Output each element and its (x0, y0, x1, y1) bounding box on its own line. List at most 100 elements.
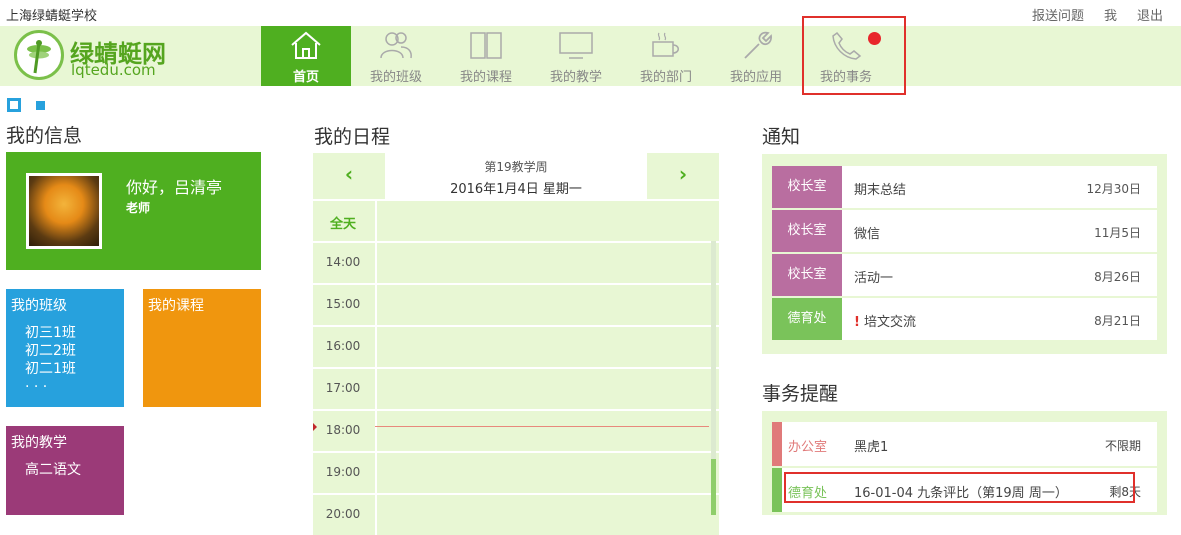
school-name: 上海绿蜻蜓学校 (6, 9, 98, 24)
users-icon (380, 32, 412, 59)
tile-my-classes-title: 我的班级 (11, 298, 67, 314)
top-bar: 上海绿蜻蜓学校 报送问题 我 退出 (0, 0, 1181, 26)
all-day-cell[interactable] (375, 201, 719, 241)
avatar[interactable] (26, 173, 102, 249)
more-indicator: · · · (25, 379, 48, 395)
hour-label: 16:00 (325, 339, 361, 353)
main-nav: 绿蜻蜓网 lqtedu.com 首页 我的班级 我的课程 我的教学 我的部门 我… (0, 26, 1181, 86)
hour-row: 15:00 (313, 283, 719, 325)
hour-row: 18:00 (313, 409, 719, 451)
nav-my-class[interactable]: 我的班级 (351, 26, 441, 86)
highlight-box-my-affairs (802, 16, 906, 95)
notice-row[interactable]: 德育处 ! 培文交流 8月21日 (772, 298, 1157, 340)
hour-label: 18:00 (325, 423, 361, 437)
nav-my-class-label: 我的班级 (369, 70, 422, 85)
notice-row[interactable]: 校长室 期末总结 12月30日 (772, 166, 1157, 208)
highlight-box-reminder (784, 472, 1135, 503)
notice-title-wrap[interactable]: ! 培文交流 (854, 311, 916, 330)
notice-dept: 校长室 (772, 254, 842, 296)
report-issue-link[interactable]: 报送问题 (1032, 5, 1084, 24)
nav-my-apps-label: 我的应用 (729, 70, 782, 85)
hour-label: 15:00 (325, 297, 361, 311)
reminder-title[interactable]: 黑虎1 (854, 436, 888, 455)
logo-domain: lqtedu.com (71, 61, 156, 79)
notice-row[interactable]: 校长室 活动一 8月26日 (772, 254, 1157, 296)
nav-my-courses[interactable]: 我的课程 (441, 26, 531, 86)
hour-cell[interactable] (375, 495, 719, 535)
notice-date: 8月26日 (1094, 270, 1141, 284)
chevron-right-icon: › (678, 162, 688, 186)
calendar-header: ‹ 第19教学周 2016年1月4日 星期一 › (313, 153, 719, 199)
my-info-title: 我的信息 (6, 125, 83, 147)
cup-icon (652, 32, 679, 57)
hour-label: 20:00 (325, 507, 361, 521)
current-date: 2016年1月4日 星期一 (450, 182, 582, 197)
class-item[interactable]: 初二1班 (25, 360, 76, 378)
all-day-row: 全天 (313, 201, 719, 241)
nav-home-label: 首页 (292, 70, 319, 85)
reminder-dept: 办公室 (788, 440, 828, 455)
notice-date: 8月21日 (1094, 314, 1141, 328)
user-role: 老师 (126, 201, 151, 215)
scrollbar-thumb[interactable] (711, 459, 716, 515)
schedule-scrollbar[interactable] (711, 241, 716, 515)
prev-day-button[interactable]: ‹ (313, 153, 385, 199)
hour-cell[interactable] (375, 369, 719, 409)
tile-my-courses-title: 我的课程 (148, 298, 204, 314)
chevron-left-icon: ‹ (344, 162, 354, 186)
nav-my-apps[interactable]: 我的应用 (711, 26, 801, 86)
class-list: 初三1班 初二2班 初二1班 · · · (25, 324, 76, 396)
monitor-icon (559, 32, 593, 59)
reminder-color-bar (772, 422, 782, 466)
hour-row: 16:00 (313, 325, 719, 367)
notice-row[interactable]: 校长室 微信 11月5日 (772, 210, 1157, 252)
notice-dept: 德育处 (772, 298, 842, 340)
hour-label: 14:00 (325, 255, 361, 269)
important-icon: ! (854, 315, 860, 330)
notice-title[interactable]: 活动一 (854, 267, 893, 286)
logo[interactable]: 绿蜻蜓网 lqtedu.com (14, 28, 214, 84)
reminder-row[interactable]: 办公室 黑虎1 不限期 (772, 422, 1157, 466)
nav-home[interactable]: 首页 (261, 26, 351, 86)
nav-my-department[interactable]: 我的部门 (621, 26, 711, 86)
reminder-due: 不限期 (1104, 439, 1141, 453)
hour-label: 17:00 (325, 381, 361, 395)
hour-cell[interactable] (375, 411, 719, 451)
hour-row: 17:00 (313, 367, 719, 409)
hour-cell[interactable] (375, 453, 719, 493)
tile-my-courses[interactable]: 我的课程 (143, 289, 261, 407)
class-item[interactable]: 初二2班 (25, 342, 76, 360)
hour-cell[interactable] (375, 243, 719, 283)
schedule-title: 我的日程 (314, 126, 391, 148)
home-icon (291, 31, 321, 59)
slide-indicator-active[interactable] (7, 98, 21, 112)
notice-title[interactable]: 期末总结 (854, 179, 906, 198)
wrench-icon (744, 31, 772, 59)
nav-my-teaching[interactable]: 我的教学 (531, 26, 621, 86)
schedule-calendar: ‹ 第19教学周 2016年1月4日 星期一 › 全天 14:00 15:00 … (313, 153, 719, 535)
tile-my-classes[interactable]: 我的班级 初三1班 初二2班 初二1班 · · · (6, 289, 124, 407)
current-time-line (375, 426, 709, 427)
notice-dept: 校长室 (772, 166, 842, 208)
notice-dept: 校长室 (772, 210, 842, 252)
reminders-title: 事务提醒 (762, 383, 839, 405)
hour-cell[interactable] (375, 285, 719, 325)
tile-my-teaching-title: 我的教学 (11, 435, 67, 451)
nav-my-department-label: 我的部门 (639, 70, 692, 85)
dragonfly-logo-icon (14, 30, 64, 80)
hour-row: 19:00 (313, 451, 719, 493)
notice-title: 培文交流 (863, 315, 916, 330)
me-link[interactable]: 我 (1104, 5, 1117, 24)
notice-date: 11月5日 (1094, 226, 1141, 240)
slide-indicator[interactable] (36, 101, 45, 110)
class-item[interactable]: 初三1班 (25, 324, 76, 342)
hour-cell[interactable] (375, 327, 719, 367)
nav-my-teaching-label: 我的教学 (549, 70, 602, 85)
next-day-button[interactable]: › (647, 153, 719, 199)
tile-my-teaching[interactable]: 我的教学 高二语文 (6, 426, 124, 515)
teaching-item[interactable]: 高二语文 (25, 461, 81, 479)
hour-row: 20:00 (313, 493, 719, 535)
notices-panel: 校长室 期末总结 12月30日 校长室 微信 11月5日 校长室 活动一 8月2… (762, 154, 1167, 354)
notice-title[interactable]: 微信 (854, 223, 880, 242)
logout-link[interactable]: 退出 (1137, 5, 1163, 24)
